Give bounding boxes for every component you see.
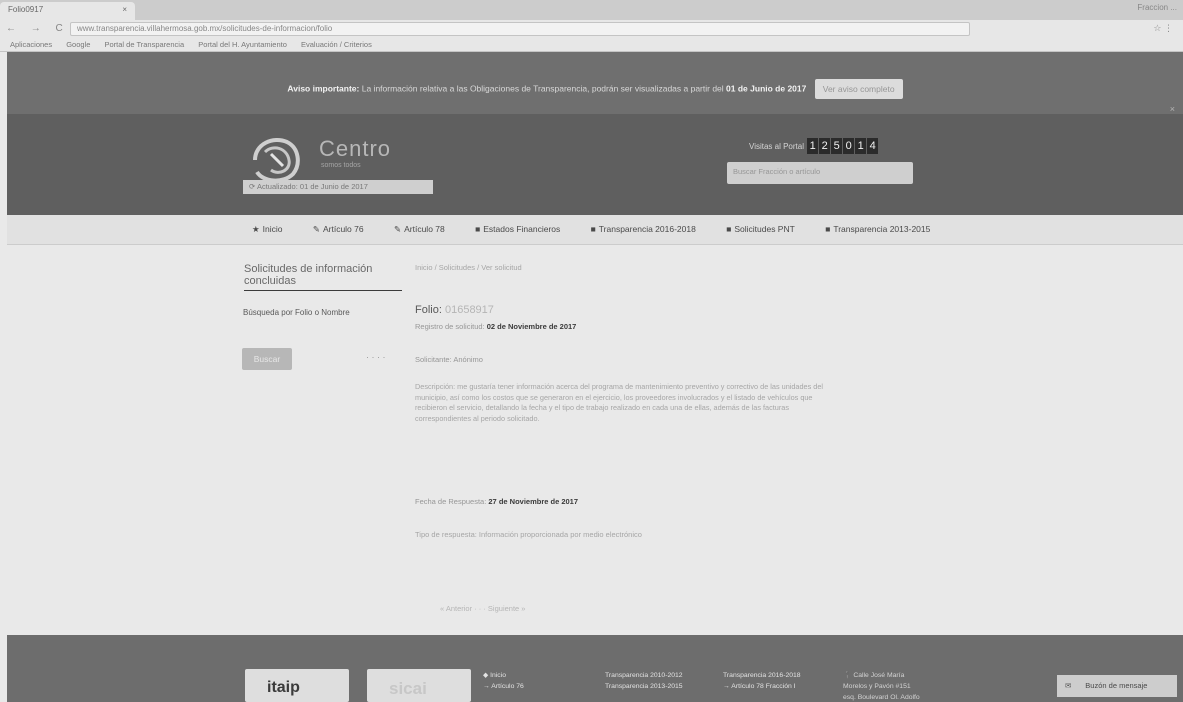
request-description: Descripción: me gustaría tener informaci… <box>415 382 824 423</box>
book-icon: ■ <box>825 224 831 234</box>
nav-item-transparencia-2013-2015[interactable]: ■ Transparencia 2013-2015 <box>825 224 944 234</box>
window-label: Fraccion ... <box>1137 3 1177 12</box>
footer-link[interactable]: Transparencia 2010-2012 <box>605 670 683 681</box>
nav-item-inicio[interactable]: ★ Inicio <box>252 224 296 234</box>
nav-label: Estados Financieros <box>483 224 561 234</box>
response-type: Tipo de respuesta: Información proporcio… <box>415 530 642 539</box>
nav-item-transparencia-2016-2018[interactable]: ■ Transparencia 2016-2018 <box>591 224 710 234</box>
nav-item-estados-financieros[interactable]: ■ Estados Financieros <box>475 224 574 234</box>
logo-wordmark: Centro <box>319 136 392 161</box>
notice-message: La información relativa a las Obligacion… <box>361 83 724 94</box>
counter-digit: 5 <box>831 138 843 154</box>
site-header: Centro somos todos ⟳ Actualizado: 01 de … <box>7 114 1183 215</box>
bookmark-item[interactable]: Google <box>66 40 90 49</box>
book-icon: ■ <box>726 224 732 234</box>
book-icon: ■ <box>475 224 481 234</box>
view-notice-button[interactable]: Ver aviso completo <box>814 79 903 99</box>
separator-dots: · · · · <box>366 352 386 362</box>
star-icon: ★ <box>252 224 260 234</box>
search-button[interactable]: Buscar <box>242 348 292 370</box>
resp-label: Fecha de Respuesta: <box>415 497 487 506</box>
notice-bar: Aviso importante: La información relativ… <box>7 52 1183 114</box>
nav-item-solicitudes-pnt[interactable]: ■ Solicitudes PNT <box>726 224 809 234</box>
reg-label: Registro de solicitud: <box>415 322 485 331</box>
nav-item-articulo-78[interactable]: ✎ Artículo 78 <box>394 224 459 234</box>
reg-date-value: 02 de Noviembre de 2017 <box>486 322 577 331</box>
book-icon: ■ <box>590 224 596 234</box>
footer-link[interactable]: → Artículo 78 Fracción I <box>723 681 801 692</box>
browser-tab[interactable]: Folio0917 × <box>0 2 135 20</box>
address-line: esq. Boulevard Ol. Adolfo <box>843 694 920 701</box>
pencil-icon: ✎ <box>393 224 402 234</box>
site-search-input[interactable]: Buscar Fracción o artículo <box>727 162 913 184</box>
mail-icon: ✉ <box>1065 681 1072 690</box>
bookmark-item[interactable]: Portal de Transparencia <box>104 40 184 49</box>
sicai-logo[interactable]: sicai <box>367 669 471 702</box>
notice-text: Aviso importante: La información relativ… <box>7 79 1183 99</box>
itaip-logo[interactable]: itaip <box>245 669 349 702</box>
browser-tabstrip: Folio0917 × Fraccion ... <box>0 0 1183 20</box>
pagination[interactable]: « Anterior · · · Siguiente » <box>440 604 525 613</box>
nav-item-articulo-76[interactable]: ✎ Artículo 76 <box>313 224 378 234</box>
footer-link[interactable]: → Artículo 76 <box>483 681 524 692</box>
search-label: Búsqueda por Folio o Nombre <box>243 308 350 317</box>
counter-digit: 1 <box>855 138 867 154</box>
counter-digit: 4 <box>867 138 879 154</box>
bookmark-item[interactable]: Portal del H. Ayuntamiento <box>198 40 287 49</box>
nav-label: Artículo 78 <box>404 224 445 234</box>
address-line: Morelos y Pavón #151 <box>843 683 911 690</box>
footer-link[interactable]: Transparencia 2013-2015 <box>605 681 683 692</box>
address-line: 📍 Calle José María <box>843 672 905 679</box>
mailbox-button[interactable]: ✉ Buzón de mensaje <box>1057 675 1177 697</box>
nav-label: Solicitudes PNT <box>734 224 795 234</box>
footer-links-3: Transparencia 2016-2018 → Artículo 78 Fr… <box>723 670 801 692</box>
updated-badge: ⟳ Actualizado: 01 de Junio de 2017 <box>243 180 433 194</box>
counter-digit: 1 <box>807 138 819 154</box>
close-icon[interactable]: × <box>122 5 127 14</box>
registration-date: Registro de solicitud: 02 de Noviembre d… <box>415 322 576 331</box>
nav-label: Transparencia 2016-2018 <box>598 224 696 234</box>
address-bar: ← → C ⌂ www.transparencia.villahermosa.g… <box>0 20 1183 38</box>
main-nav: ★ Inicio ✎ Artículo 76 ✎ Artículo 78 ■ Estad… <box>7 215 1183 245</box>
itaip-logo-text: itaip <box>267 679 300 696</box>
breadcrumb[interactable]: Inicio / Solicitudes / Ver solicitud <box>415 263 522 272</box>
footer-links-2: Transparencia 2010-2012 Transparencia 20… <box>605 670 683 692</box>
logo-slogan: somos todos <box>321 162 361 169</box>
nav-label: Artículo 76 <box>322 224 364 234</box>
pencil-icon: ✎ <box>312 224 320 234</box>
response-date: Fecha de Respuesta: 27 de Noviembre de 2… <box>415 497 578 506</box>
site-footer: itaip sicai ◆ Inicio → Artículo 76 Trans… <box>7 635 1183 702</box>
bookmarks-bar: Aplicaciones Google Portal de Transparen… <box>0 38 1183 52</box>
close-notice-icon[interactable]: × <box>1170 104 1175 114</box>
logo-icon <box>253 138 300 183</box>
footer-address: 📍 Calle José María Morelos y Pavón #151 … <box>843 670 920 702</box>
mailbox-label: Buzón de mensaje <box>1085 681 1148 690</box>
counter-digit: 2 <box>819 138 831 154</box>
resp-date-value: 27 de Noviembre de 2017 <box>488 497 579 506</box>
url-input[interactable]: www.transparencia.villahermosa.gob.mx/so… <box>70 22 970 36</box>
footer-link[interactable]: ◆ Inicio <box>483 670 524 681</box>
folio-label: Folio: <box>415 304 442 316</box>
folio-heading: Folio: 01658917 <box>415 304 494 316</box>
nav-label: Inicio <box>262 224 283 234</box>
nav-label: Transparencia 2013-2015 <box>833 224 931 234</box>
notice-prefix: Aviso importante: <box>287 83 360 94</box>
browser-menu-icon[interactable]: ☆ ⋮ <box>1153 23 1173 34</box>
tab-title: Folio0917 <box>8 5 44 14</box>
counter-digit: 0 <box>843 138 855 154</box>
sicai-logo-text: sicai <box>389 679 427 698</box>
notice-date: 01 de Junio de 2017 <box>726 83 807 94</box>
sidebar-title: Solicitudes de información concluidas <box>244 263 402 291</box>
visit-counter: Visitas al Portal 125014 <box>749 138 879 154</box>
visits-label: Visitas al Portal <box>749 142 804 151</box>
bookmark-item[interactable]: Evaluación / Criterios <box>301 40 372 49</box>
footer-links-1: ◆ Inicio → Artículo 76 <box>483 670 524 692</box>
folio-value: 01658917 <box>444 304 494 316</box>
bookmark-item[interactable]: Aplicaciones <box>10 40 52 49</box>
requester: Solicitante: Anónimo <box>415 355 483 364</box>
footer-link[interactable]: Transparencia 2016-2018 <box>723 670 801 681</box>
